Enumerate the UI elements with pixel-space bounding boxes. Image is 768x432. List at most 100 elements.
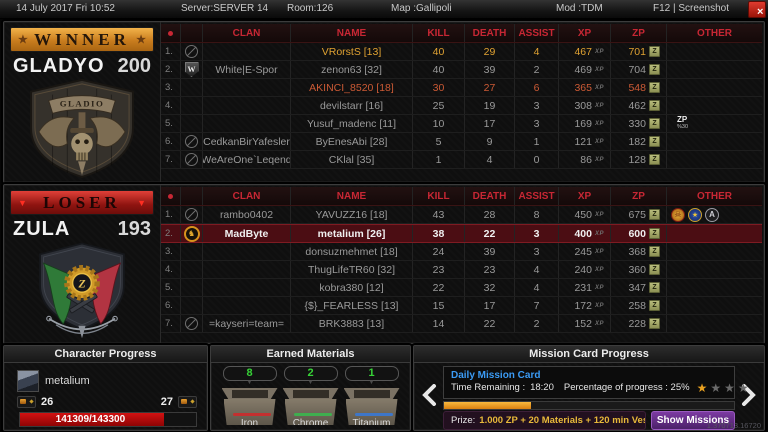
zp-icon: Z <box>649 318 660 329</box>
name-cell: {$}_FEARLESS [13] <box>291 297 413 314</box>
xp-icon: XP <box>595 67 604 73</box>
clan-cell <box>203 97 291 114</box>
xp-icon: XP <box>595 49 604 55</box>
material-count-tick-icon: ▼ <box>247 381 253 386</box>
zp-icon: Z <box>649 64 660 75</box>
previous-mission-card-button[interactable] <box>421 384 437 406</box>
name-cell: devilstarr [16] <box>291 97 413 114</box>
clan-icon-cell <box>181 133 203 150</box>
assist-cell: 0 <box>515 151 559 168</box>
xp-icon: XP <box>595 103 604 109</box>
loser-team-block: ▼ LOSER ▼ ZULA 193 Z <box>4 185 161 343</box>
loser-team-score: 193 <box>118 218 151 241</box>
banner-star-icon: ★ <box>136 33 146 46</box>
death-cell: 32 <box>465 279 515 296</box>
name-column-header: NAME <box>291 24 413 42</box>
xp-cell: 231XP <box>559 279 611 296</box>
clan-icon-cell <box>181 97 203 114</box>
kill-cell: 14 <box>413 315 465 332</box>
winner-banner: ★ WINNER ★ <box>10 27 154 52</box>
zp-icon: Z <box>649 264 660 275</box>
clan-column-header: CLAN <box>203 24 291 42</box>
rank-insignia-next-icon <box>178 396 197 408</box>
winner-team-name: GLADYO <box>13 55 105 78</box>
xp-cell: 172XP <box>559 297 611 314</box>
medal-star-icon: ★ <box>688 208 702 222</box>
name-cell: VRorstS [13] <box>291 43 413 60</box>
death-cell: 4 <box>465 151 515 168</box>
table-row: 1.VRorstS [13]40294467XP701Z <box>161 43 762 61</box>
name-cell: ByEnesAbi [28] <box>291 133 413 150</box>
winner-panel: ★ WINNER ★ GLADYO 200 GLADIO <box>3 21 765 183</box>
clan-cell: White|E-Spor <box>203 61 291 78</box>
material-count: 1 <box>345 366 399 381</box>
material-name: Iron <box>224 418 276 429</box>
medal-a-icon: A <box>705 208 719 222</box>
clan-cell: =kayseri=team= <box>203 315 291 332</box>
other-cell <box>667 225 762 242</box>
winner-table-header: CLAN NAME KILL DEATH ASSIST XP ZP OTHER <box>161 24 762 43</box>
other-cell <box>667 61 762 78</box>
banner-arrow-down-icon: ▼ <box>18 198 27 208</box>
name-cell: kobra380 [12] <box>291 279 413 296</box>
loser-table: CLAN NAME KILL DEATH ASSIST XP ZP OTHER … <box>161 187 762 341</box>
xp-icon: XP <box>595 212 604 218</box>
death-cell: 23 <box>465 261 515 278</box>
table-row: 2.WWhite|E-Sporzenon63 [32]40392469XP704… <box>161 61 762 79</box>
death-column-header: DEATH <box>465 24 515 42</box>
name-column-header: NAME <box>291 187 413 205</box>
rank-cell: 3. <box>161 243 181 260</box>
death-cell: 39 <box>465 61 515 78</box>
version-label: 1.370713.16720 <box>707 421 761 430</box>
clan-icon-cell <box>181 151 203 168</box>
xp-icon: XP <box>595 231 604 237</box>
xp-column-header: XP <box>559 24 611 42</box>
close-button[interactable]: × <box>748 1 766 18</box>
zp-icon: Z <box>649 282 660 293</box>
rank-cell: 3. <box>161 79 181 96</box>
death-cell: 17 <box>465 115 515 132</box>
clan-icon-cell <box>181 79 203 96</box>
medal-skull-icon: ☠ <box>671 208 685 222</box>
rank-column-header <box>161 24 181 42</box>
assist-cell: 4 <box>515 261 559 278</box>
winner-team-block: ★ WINNER ★ GLADYO 200 GLADIO <box>4 22 161 182</box>
level-current: 26 <box>41 396 53 408</box>
xp-icon: XP <box>595 285 604 291</box>
other-cell <box>667 97 762 114</box>
top-bar: 14 July 2017 Fri 10:52 Server:SERVER 14 … <box>0 0 768 19</box>
xp-icon: XP <box>595 139 604 145</box>
mission-card-name: Daily Mission Card <box>451 370 727 381</box>
name-cell: ThugLifeTR60 [32] <box>291 261 413 278</box>
assist-cell: 3 <box>515 97 559 114</box>
winner-banner-label: WINNER <box>28 30 136 50</box>
loser-panel: ▼ LOSER ▼ ZULA 193 Z CL <box>3 184 765 344</box>
kill-cell: 30 <box>413 79 465 96</box>
rank-cell: 2. <box>161 225 181 242</box>
medals-group: ☠★A <box>667 208 762 222</box>
zp-cell: 347Z <box>611 279 667 296</box>
no-clan-icon <box>185 153 198 166</box>
zp-column-header: ZP <box>611 187 667 205</box>
other-cell <box>667 133 762 150</box>
assist-cell: 4 <box>515 279 559 296</box>
xp-icon: XP <box>595 85 604 91</box>
assist-cell: 8 <box>515 206 559 223</box>
xp-icon: XP <box>595 249 604 255</box>
other-cell: ZP%30 <box>667 115 762 132</box>
material-crate-icon: Chrome <box>283 388 339 425</box>
mission-star-icon: ★ <box>738 383 749 393</box>
clan-cell: MadByte <box>203 225 291 242</box>
zp-bonus-badge: ZP%30 <box>667 116 762 131</box>
kill-cell: 40 <box>413 61 465 78</box>
zp-cell: 330Z <box>611 115 667 132</box>
zp-icon: Z <box>649 300 660 311</box>
clan-column-header: CLAN <box>203 187 291 205</box>
progress-percentage-label: Percentage of progress : 25% <box>564 382 690 393</box>
kill-cell: 22 <box>413 279 465 296</box>
clan-icon-cell: ♞ <box>181 225 203 242</box>
clan-madbyte-icon: ♞ <box>184 226 200 242</box>
no-clan-icon <box>185 317 198 330</box>
zp-icon: Z <box>649 100 660 111</box>
zp-icon: Z <box>649 82 660 93</box>
